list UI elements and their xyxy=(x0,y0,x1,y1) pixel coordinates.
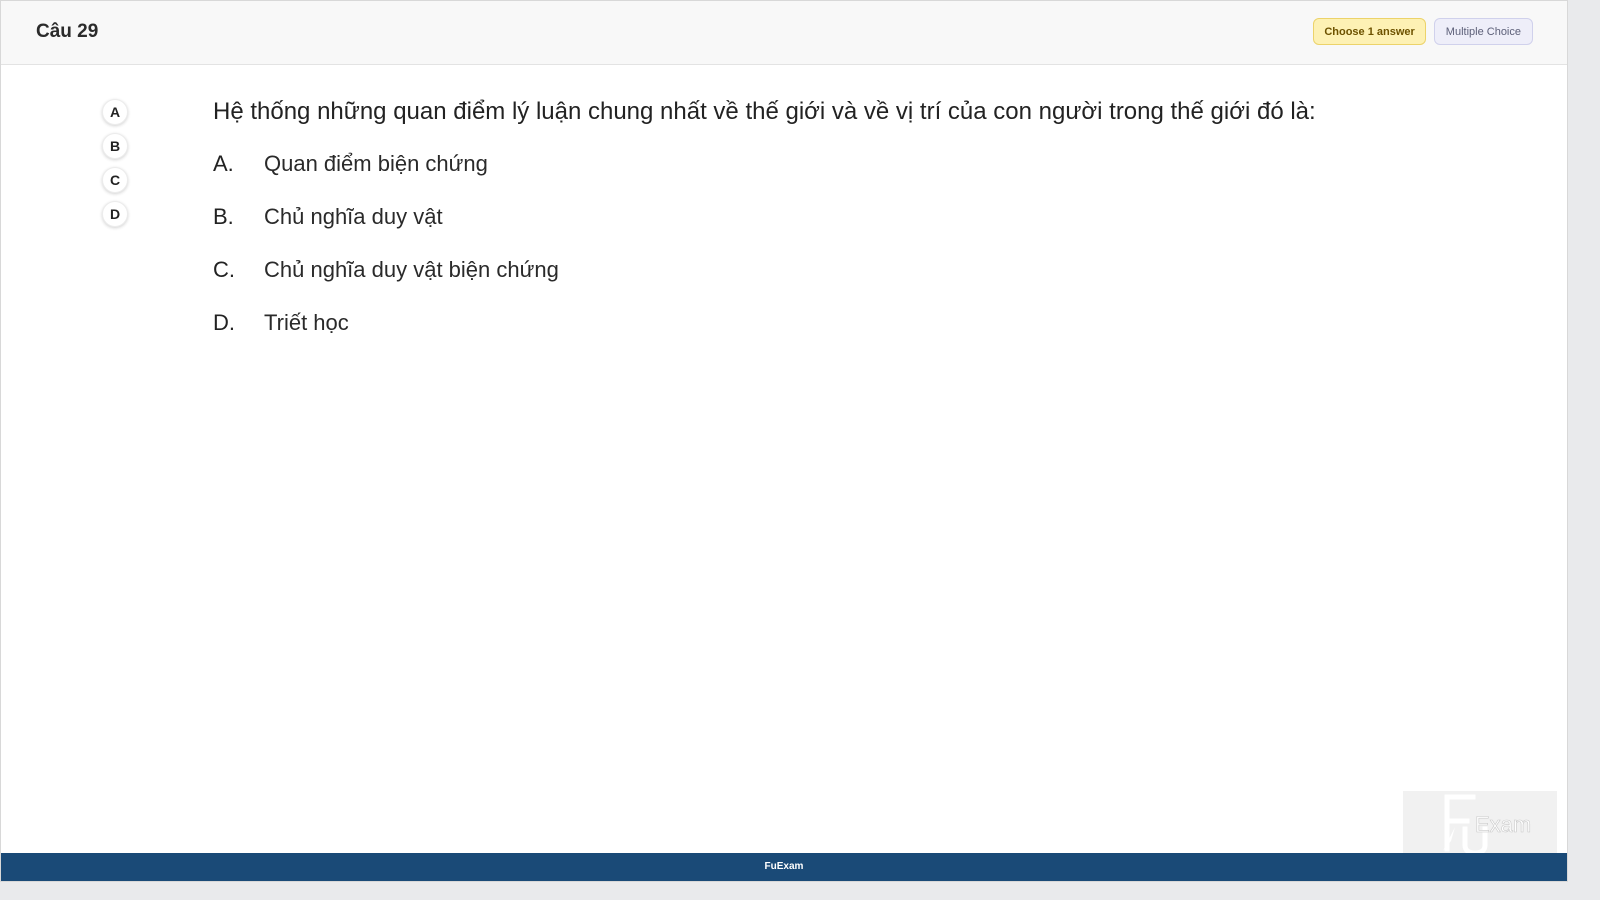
question-text: Hệ thống những quan điểm lý luận chung n… xyxy=(213,98,1316,125)
answer-text: Quan điểm biện chứng xyxy=(264,151,488,176)
answer-letter: A. xyxy=(213,151,234,176)
answer-letter: C. xyxy=(213,257,235,282)
answer-letter: D. xyxy=(213,310,235,335)
answer-option-c[interactable]: C. Chủ nghĩa duy vật biện chứng xyxy=(213,257,559,310)
answer-letter: B. xyxy=(213,204,234,229)
answer-select-d[interactable]: D xyxy=(102,201,128,227)
answer-letter-nav: A B C D xyxy=(102,99,128,227)
question-header: Câu 29 Choose 1 answer Multiple Choice xyxy=(1,1,1567,65)
answer-text: Chủ nghĩa duy vật xyxy=(264,204,443,229)
answer-option-a[interactable]: A. Quan điểm biện chứng xyxy=(213,151,559,204)
answer-option-b[interactable]: B. Chủ nghĩa duy vật xyxy=(213,204,559,257)
footer-bar: FuExam xyxy=(1,853,1567,881)
question-number: Câu 29 xyxy=(36,21,99,42)
answer-option-d[interactable]: D. Triết học xyxy=(213,310,559,363)
fuexam-logo-icon: Exam xyxy=(1443,794,1532,853)
question-type-badge: Multiple Choice xyxy=(1433,18,1533,45)
answer-list: A. Quan điểm biện chứng B. Chủ nghĩa duy… xyxy=(213,151,559,363)
answer-text: Chủ nghĩa duy vật biện chứng xyxy=(264,257,559,282)
answer-text: Triết học xyxy=(264,310,349,335)
badge-group: Choose 1 answer Multiple Choice xyxy=(1313,18,1533,45)
answer-select-c[interactable]: C xyxy=(102,167,128,193)
answer-select-b[interactable]: B xyxy=(102,133,128,159)
answer-select-a[interactable]: A xyxy=(102,99,128,125)
watermark-text: Exam xyxy=(1475,812,1531,837)
fuexam-logo: Exam xyxy=(1403,791,1557,853)
choose-answer-badge: Choose 1 answer xyxy=(1313,18,1426,45)
exam-frame: Câu 29 Choose 1 answer Multiple Choice A… xyxy=(0,0,1568,882)
